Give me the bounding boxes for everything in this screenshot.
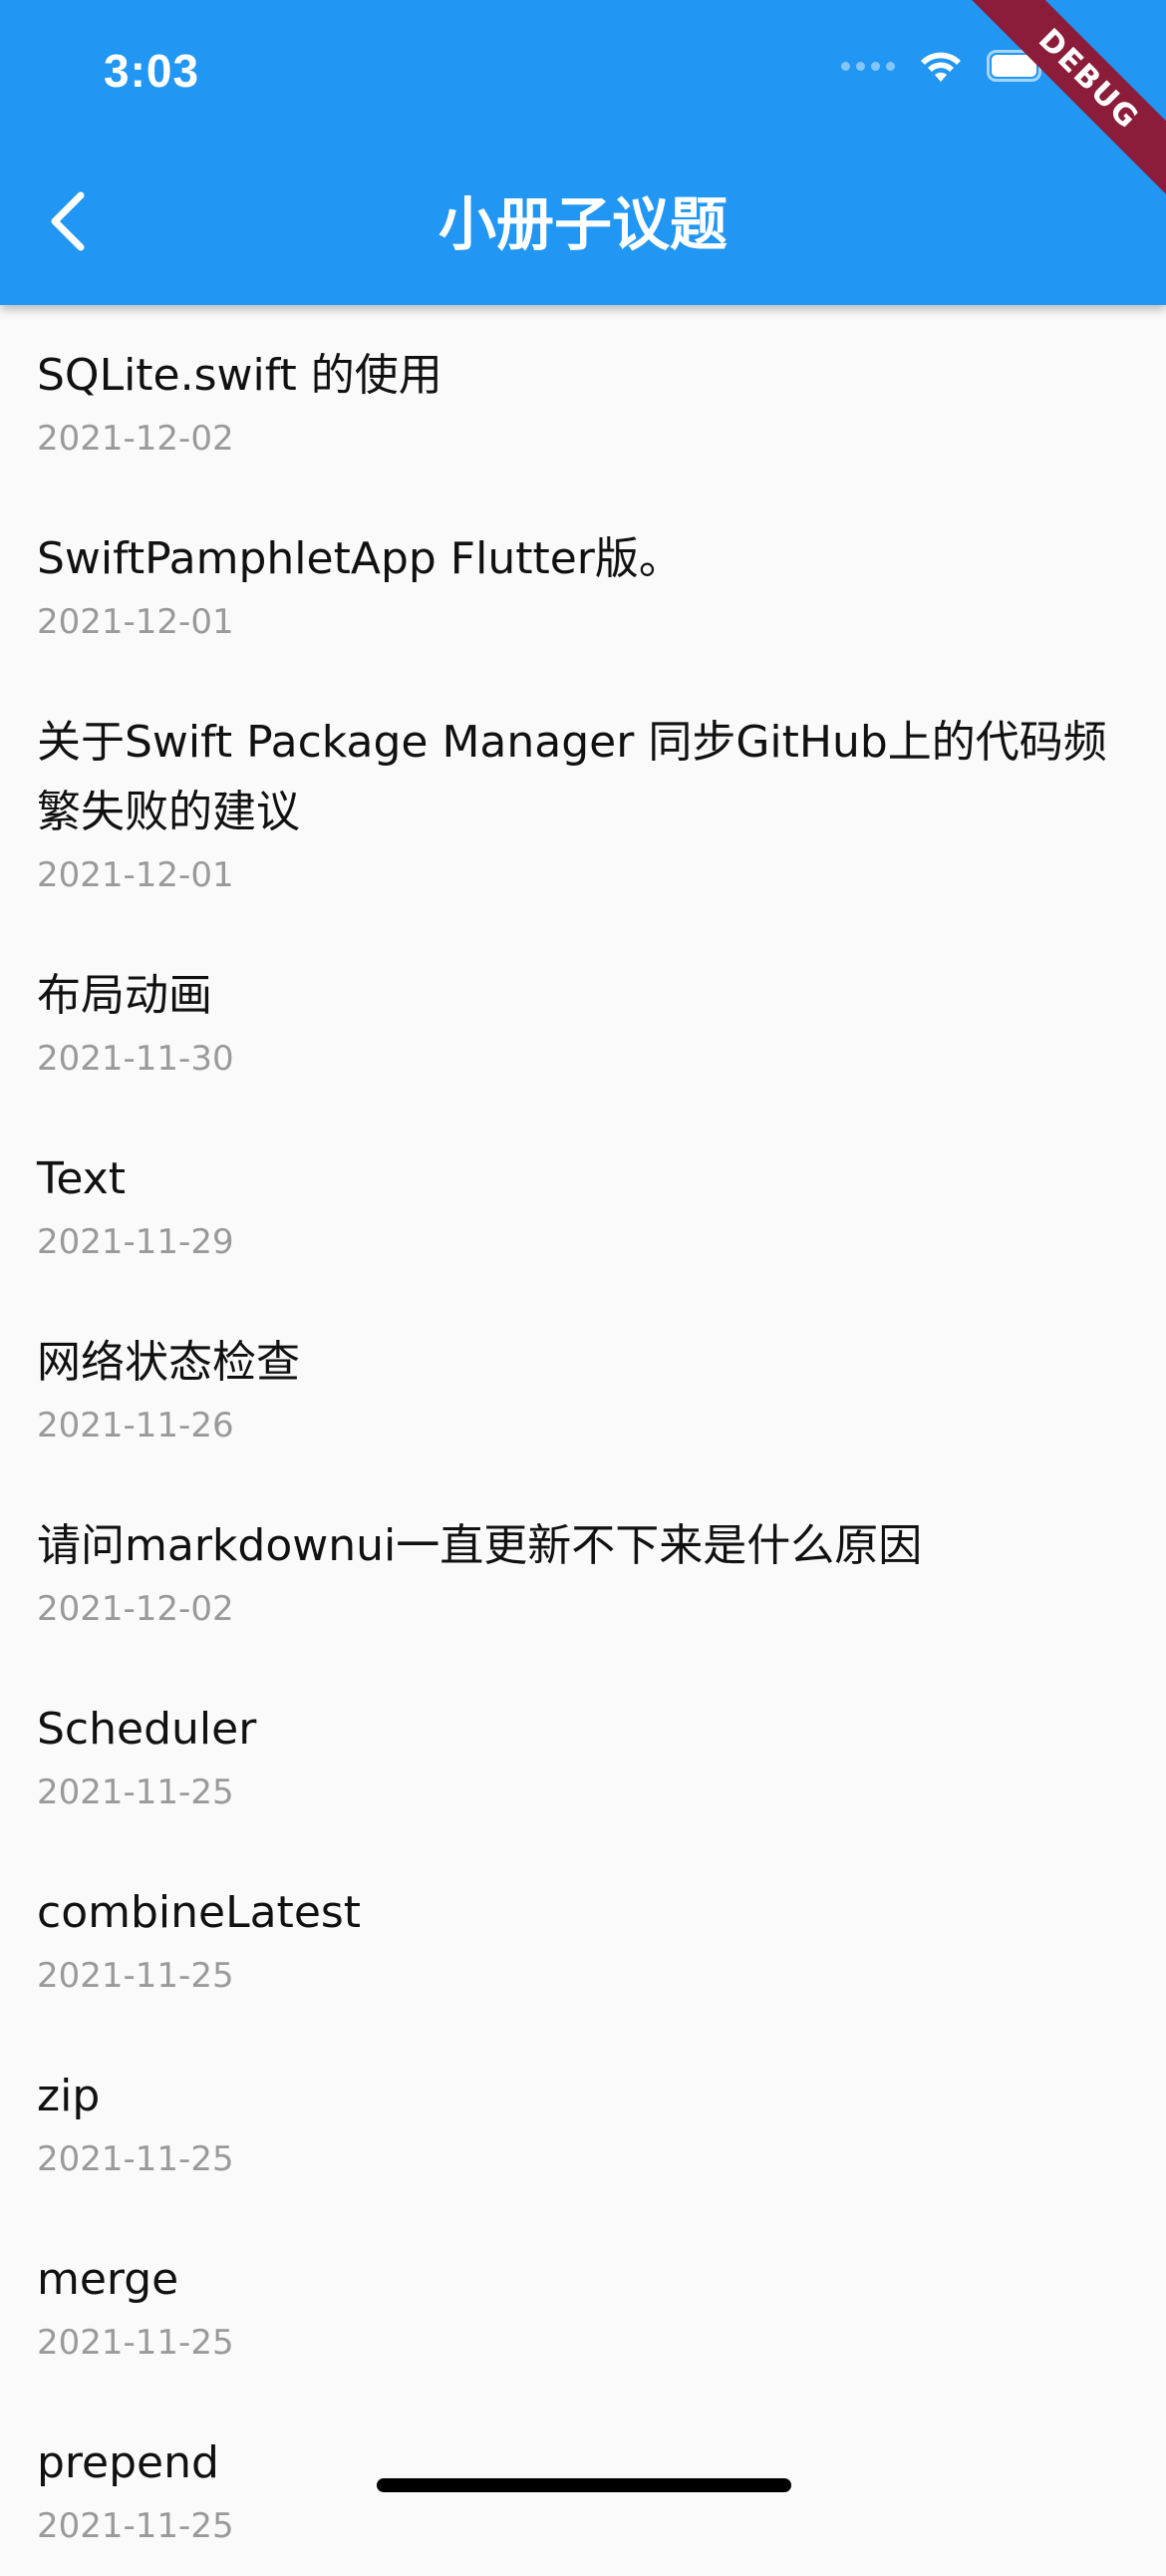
issue-title: 请问markdownui一直更新不下来是什么原因 (37, 1520, 923, 1571)
issue-title: zip (37, 2071, 101, 2121)
list-item[interactable]: SwiftPamphletApp Flutter版。 2021-12-01 (0, 488, 1166, 672)
issue-list: SQLite.swift 的使用 2021-12-02 SwiftPamphle… (0, 305, 1166, 2576)
list-item[interactable]: 请问markdownui一直更新不下来是什么原因 2021-12-02 (0, 1475, 1166, 1659)
issue-date: 2021-12-02 (37, 419, 234, 459)
issue-title: merge (37, 2254, 179, 2305)
issue-title: combineLatest (37, 1887, 362, 1938)
status-time: 3:03 (104, 45, 200, 97)
list-item[interactable]: 网络状态检查 2021-11-26 (0, 1292, 1166, 1475)
issue-date: 2021-12-01 (37, 855, 234, 895)
issue-title: 关于Swift Package Manager 同步GitHub上的代码频繁失败… (37, 717, 1107, 837)
debug-banner: DEBUG (967, 0, 1166, 199)
list-item[interactable]: SQLite.swift 的使用 2021-12-02 (0, 305, 1166, 488)
cellular-signal-icon (841, 61, 895, 71)
issue-title: Scheduler (37, 1704, 257, 1755)
issue-date: 2021-11-25 (37, 2506, 234, 2546)
list-item[interactable]: 布局动画 2021-11-30 (0, 925, 1166, 1109)
issue-date: 2021-12-02 (37, 1589, 234, 1629)
issue-date: 2021-11-26 (37, 1406, 234, 1446)
issue-date: 2021-11-25 (37, 1956, 234, 1996)
list-item[interactable]: 关于Swift Package Manager 同步GitHub上的代码频繁失败… (0, 672, 1166, 925)
home-indicator[interactable] (377, 2478, 791, 2492)
issue-title: Text (37, 1153, 126, 1204)
issue-date: 2021-12-01 (37, 602, 234, 642)
issue-title: SQLite.swift 的使用 (37, 350, 442, 401)
debug-banner-label: DEBUG (971, 0, 1166, 197)
issue-date: 2021-11-25 (37, 2139, 234, 2179)
issue-date: 2021-11-30 (37, 1039, 234, 1079)
list-item[interactable]: Text 2021-11-29 (0, 1109, 1166, 1292)
issue-date: 2021-11-29 (37, 1222, 234, 1262)
list-item[interactable]: zip 2021-11-25 (0, 2026, 1166, 2209)
wifi-icon (921, 52, 961, 82)
list-item[interactable]: Scheduler 2021-11-25 (0, 1659, 1166, 1842)
issue-title: 网络状态检查 (37, 1337, 300, 1388)
list-item[interactable]: combineLatest 2021-11-25 (0, 1842, 1166, 2026)
issue-title: 布局动画 (37, 970, 212, 1021)
issue-date: 2021-11-25 (37, 2323, 234, 2363)
issue-date: 2021-11-25 (37, 1772, 234, 1812)
page-title: 小册子议题 (437, 190, 728, 258)
list-item[interactable]: merge 2021-11-25 (0, 2209, 1166, 2393)
issue-title: SwiftPamphletApp Flutter版。 (37, 533, 683, 584)
